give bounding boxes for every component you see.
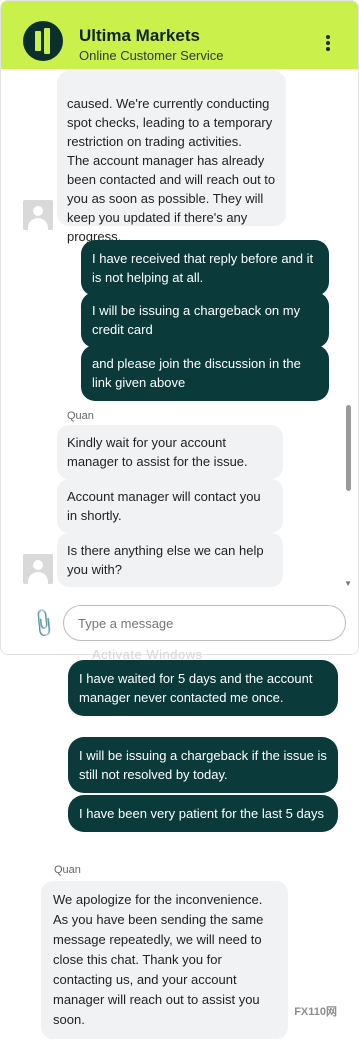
chat-widget: Ultima Markets Online Customer Service c… [0,0,359,655]
brand-logo [23,21,63,61]
user-message: I will be issuing a chargeback if the is… [68,737,338,793]
agent-message-text: Is there anything else we can help you w… [67,543,264,577]
user-message-text: and please join the discussion in the li… [92,356,301,390]
user-message: I have waited for 5 days and the account… [68,660,338,716]
brand-title: Ultima Markets [79,26,200,45]
user-message-text: I will be issuing a chargeback if the is… [79,748,327,782]
agent-message-text: Kindly wait for your account manager to … [67,435,248,469]
attachment-icon[interactable]: 📎 [26,606,61,641]
agent-name: Quan [54,864,81,876]
agent-avatar [23,554,53,584]
user-message-text: I have received that reply before and it… [92,251,314,285]
user-message: I have been very patient for the last 5 … [68,795,338,832]
chat-scrollbar[interactable] [346,405,351,491]
message-input[interactable] [63,605,346,641]
agent-message-text: caused. We're currently conducting spot … [67,96,276,244]
user-message-text: I have waited for 5 days and the account… [79,671,313,705]
agent-message: caused. We're currently conducting spot … [57,71,286,244]
user-message: I have received that reply before and it… [81,240,329,296]
agent-avatar [23,200,53,230]
more-options-icon[interactable] [326,35,330,51]
agent-message: Kindly wait for your account manager to … [57,425,283,479]
agent-message: Is there anything else we can help you w… [57,533,283,587]
agent-message-text: We apologize for the inconvenience. As y… [53,892,264,1027]
chat-header: Ultima Markets Online Customer Service [1,1,358,69]
scroll-down-icon[interactable]: ▼ [344,579,352,588]
agent-message-text: Account manager will contact you in shor… [67,489,261,523]
watermark-logo: FX110网 [294,1006,337,1018]
brand-subtitle: Online Customer Service [79,48,224,63]
agent-message: Account manager will contact you in shor… [57,479,283,533]
agent-message: We apologize for the inconvenience. As y… [41,881,288,1039]
user-message: I will be issuing a chargeback on my cre… [81,292,329,348]
user-message: and please join the discussion in the li… [81,345,329,401]
user-message-text: I will be issuing a chargeback on my cre… [92,303,301,337]
agent-name: Quan [67,410,94,422]
user-message-text: I have been very patient for the last 5 … [79,806,324,821]
